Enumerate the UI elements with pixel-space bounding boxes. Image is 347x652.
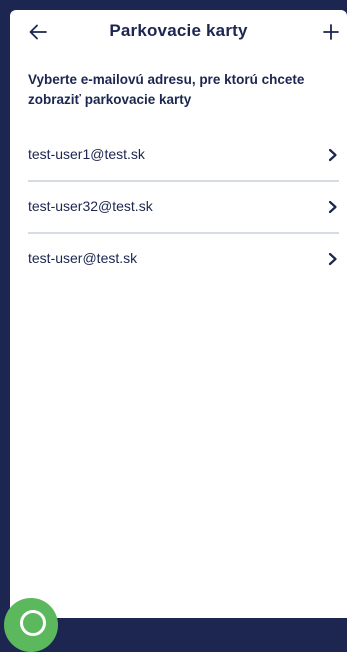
chevron-right-icon <box>328 200 337 214</box>
add-button[interactable] <box>317 18 345 46</box>
email-list-item[interactable]: test-user32@test.sk <box>28 182 339 234</box>
chat-bubble-icon <box>20 610 46 636</box>
email-address: test-user1@test.sk <box>28 146 145 162</box>
email-list-item[interactable]: test-user@test.sk <box>28 234 339 284</box>
instruction-text: Vyberte e-mailovú adresu, pre ktorú chce… <box>28 72 305 107</box>
email-list-item[interactable]: test-user1@test.sk <box>28 130 339 182</box>
plus-icon <box>323 24 339 40</box>
page-title: Parkovacie karty <box>109 21 248 40</box>
app-screen: Parkovacie karty Vyberte e-mailovú adres… <box>10 10 347 618</box>
chevron-right-icon <box>328 252 337 266</box>
help-chat-button[interactable] <box>4 598 58 652</box>
email-address: test-user@test.sk <box>28 250 138 266</box>
top-app-bar: Parkovacie karty <box>10 10 347 54</box>
email-list: test-user1@test.sk test-user32@test.sk t… <box>28 130 339 284</box>
chevron-right-icon <box>328 148 337 162</box>
email-address: test-user32@test.sk <box>28 198 153 214</box>
